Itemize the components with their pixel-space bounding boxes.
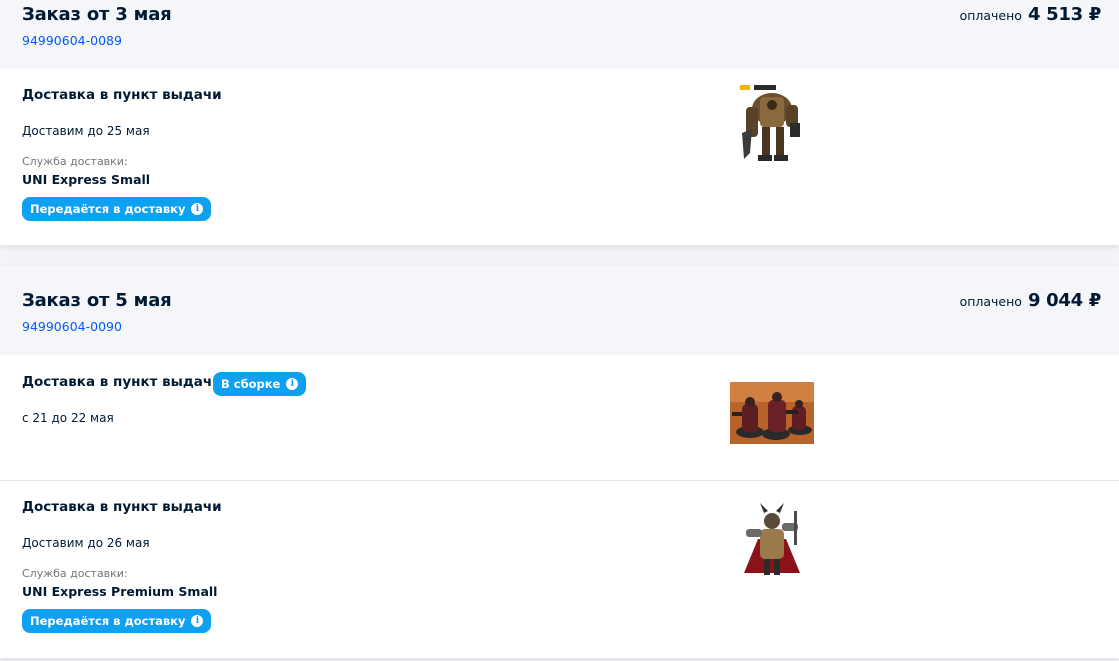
paid-sum: 9 044 ₽ bbox=[1027, 290, 1101, 311]
order-header: Заказ от 3 мая 94990604-0089 оплачено 4 … bbox=[0, 0, 1119, 69]
delivery-service-name: UNI Express Premium Small bbox=[22, 584, 218, 599]
shipment-block: Доставка в пункт выдачи Доставим до 26 м… bbox=[0, 480, 1119, 658]
shipment-block: Доставка в пункт выдачи В сборке i с 21 … bbox=[0, 355, 1119, 480]
info-icon[interactable]: i bbox=[191, 615, 204, 627]
status-badge[interactable]: В сборке i bbox=[213, 372, 307, 396]
paid-label: оплачено bbox=[959, 8, 1022, 23]
status-badge[interactable]: Передаётся в доставку i bbox=[22, 609, 212, 633]
shipment-title: Доставка в пункт выдачи bbox=[22, 87, 222, 103]
chaos-warrior-figure-image[interactable] bbox=[738, 503, 806, 583]
status-badge-label: Передаётся в доставку bbox=[30, 614, 186, 628]
shipment-title: Доставка в пункт выдачи bbox=[22, 499, 222, 515]
info-icon[interactable]: i bbox=[191, 203, 204, 215]
dreadnought-figure-image[interactable] bbox=[738, 83, 806, 169]
delivery-date: Доставим до 25 мая bbox=[22, 124, 150, 138]
paid-label: оплачено bbox=[959, 294, 1022, 309]
order-header: Заказ от 5 мая 94990604-0090 оплачено 9 … bbox=[0, 266, 1119, 355]
delivery-service-name: UNI Express Small bbox=[22, 172, 151, 187]
status-badge[interactable]: Передаётся в доставку i bbox=[22, 197, 212, 221]
status-badge-label: Передаётся в доставку bbox=[30, 202, 186, 216]
delivery-service-label: Служба доставки: bbox=[22, 567, 128, 580]
status-badge-label: В сборке bbox=[221, 377, 281, 391]
miniatures-squad-image[interactable] bbox=[730, 382, 814, 444]
paid-amount: оплачено 4 513 ₽ bbox=[959, 4, 1102, 25]
info-icon[interactable]: i bbox=[286, 378, 299, 390]
order-title: Заказ от 5 мая bbox=[22, 290, 172, 311]
order-card: Заказ от 5 мая 94990604-0090 оплачено 9 … bbox=[0, 266, 1119, 658]
paid-amount: оплачено 9 044 ₽ bbox=[959, 290, 1102, 311]
order-number-link[interactable]: 94990604-0090 bbox=[22, 319, 122, 334]
shipment-block: Доставка в пункт выдачи Доставим до 25 м… bbox=[0, 69, 1119, 245]
order-card: Заказ от 3 мая 94990604-0089 оплачено 4 … bbox=[0, 0, 1119, 245]
shipment-title: Доставка в пункт выдачи bbox=[22, 374, 222, 390]
paid-sum: 4 513 ₽ bbox=[1027, 4, 1101, 25]
delivery-service-label: Служба доставки: bbox=[22, 155, 128, 168]
order-title: Заказ от 3 мая bbox=[22, 4, 172, 25]
order-number-link[interactable]: 94990604-0089 bbox=[22, 33, 122, 48]
delivery-date: с 21 до 22 мая bbox=[22, 411, 114, 425]
delivery-date: Доставим до 26 мая bbox=[22, 536, 150, 550]
